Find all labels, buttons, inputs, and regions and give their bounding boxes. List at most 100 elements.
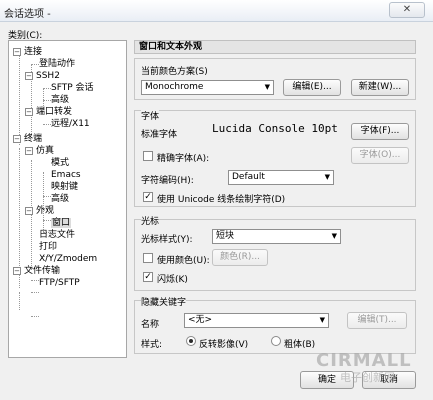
tree-connector (43, 100, 51, 101)
tree-connector (19, 292, 20, 310)
tree-item-label: 打印 (39, 242, 58, 252)
use-cursor-color-label: 使用颜色(U): (157, 256, 210, 266)
tree-item-terminal[interactable]: − 终端 (13, 133, 42, 145)
tree-item-label: 终端 (24, 134, 43, 144)
title-bar: 会话选项 - ✕ (0, 0, 433, 22)
collapse-icon[interactable]: − (25, 71, 33, 80)
tree-item-label: FTP/SFTP (39, 278, 80, 288)
unicode-line-drawing-label: 使用 Unicode 线条绘制字符(D) (157, 195, 286, 205)
checkmark-icon: ✓ (144, 272, 152, 282)
precise-font-label: 精确字体(A): (157, 154, 210, 164)
dropdown-arrow-icon: ▼ (324, 173, 330, 181)
precise-font-checkbox[interactable] (143, 151, 153, 161)
standard-font-button[interactable]: 字体(F)... (351, 123, 409, 140)
tree-item-label: 端口转发 (36, 107, 73, 117)
cursor-color-button[interactable]: 颜色(R)... (212, 249, 268, 266)
tree-item-label: Emacs (51, 170, 81, 180)
keyword-name-label: 名称 (141, 320, 160, 330)
keyword-name-select[interactable]: <无> ▼ (184, 313, 329, 328)
tree-item-connection[interactable]: − 连接 (13, 46, 42, 58)
tree-item-file-transfer[interactable]: − 文件传输 (13, 265, 60, 277)
tree-item-mapped-keys[interactable]: 映射键 (51, 181, 78, 193)
color-scheme-value: Monochrome (145, 82, 204, 92)
tree-item-log-file[interactable]: 日志文件 (39, 229, 75, 241)
cursor-style-value: 短块 (216, 231, 235, 241)
bold-radio[interactable] (271, 336, 281, 346)
tree-connector (43, 196, 51, 197)
panel-title: 窗口和文本外观 (134, 40, 416, 54)
tree-item-label: 日志文件 (39, 230, 76, 240)
keyword-name-value: <无> (188, 315, 213, 325)
tree-item-printing[interactable]: 打印 (39, 241, 57, 253)
tree-connector (43, 124, 51, 125)
collapse-icon[interactable]: − (13, 134, 21, 143)
tree-connector (31, 316, 39, 317)
cursor-group-title: 光标 (141, 214, 160, 227)
collapse-icon[interactable]: − (25, 206, 33, 215)
tree-item-label: SSH2 (36, 71, 60, 81)
watermark-subtitle: 电子创新网 (340, 371, 395, 384)
tree-item-label: SFTP 会话 (51, 83, 94, 93)
tree-item-appearance[interactable]: − 外观 (25, 205, 54, 217)
tree-connector (19, 52, 20, 145)
new-color-scheme-button[interactable]: 新建(W)... (351, 79, 409, 96)
tree-item-port-forwarding[interactable]: − 端口转发 (25, 106, 72, 118)
tree-item-ssh2[interactable]: − SSH2 (25, 70, 60, 82)
standard-font-preview: Lucida Console 10pt (212, 122, 338, 135)
tree-connector (31, 292, 39, 293)
tree-item-emacs[interactable]: Emacs (51, 169, 81, 181)
collapse-icon[interactable]: − (25, 107, 33, 116)
tree-item-label: 仿真 (36, 146, 55, 156)
dropdown-arrow-icon: ▼ (319, 316, 325, 324)
hidden-keyword-group-title: 隐藏关键字 (141, 295, 187, 308)
tree-item-login-actions[interactable]: 登陆动作 (39, 58, 75, 70)
tree-item-label: 外观 (36, 206, 55, 216)
tree-item-label: 远程/X11 (51, 119, 90, 129)
tree-item-label: 连接 (24, 47, 43, 57)
tree-item-emulation[interactable]: − 仿真 (25, 145, 54, 157)
collapse-icon[interactable]: − (13, 47, 21, 56)
reverse-video-radio[interactable] (186, 336, 196, 346)
char-encoding-label: 字符编码(H): (141, 176, 194, 186)
tree-item-label: 文件传输 (24, 266, 61, 276)
cursor-style-select[interactable]: 短块 ▼ (212, 229, 341, 244)
tree-item-window[interactable]: 窗口 (51, 217, 72, 229)
unicode-line-drawing-checkbox[interactable]: ✓ (143, 192, 153, 202)
collapse-icon[interactable]: − (25, 146, 33, 155)
tree-item-xyzmodem[interactable]: X/Y/Zmodem (39, 253, 97, 265)
tree-connector (31, 280, 39, 281)
tree-item-ssh2-advanced[interactable]: 高级 (51, 94, 69, 106)
cursor-style-label: 光标样式(Y): (141, 235, 193, 245)
dropdown-arrow-icon: ▼ (264, 83, 270, 91)
reverse-video-label: 反转影像(V) (199, 340, 249, 350)
tree-item-sftp-session[interactable]: SFTP 会话 (51, 82, 94, 94)
tree-connector (43, 88, 51, 89)
tree-item-remote-x11[interactable]: 远程/X11 (51, 118, 90, 130)
precise-font-button[interactable]: 字体(O)... (351, 147, 409, 164)
window-title: 会话选项 - (4, 9, 51, 20)
tree-item-label: 映射键 (51, 182, 79, 192)
char-encoding-select[interactable]: Default ▼ (228, 170, 334, 185)
bold-label: 粗体(B) (284, 340, 316, 350)
watermark: CIRMALL (316, 350, 412, 371)
collapse-icon[interactable]: − (13, 266, 21, 275)
char-encoding-value: Default (232, 172, 265, 182)
edit-color-scheme-button[interactable]: 编辑(E)... (283, 79, 341, 96)
tree-item-ftp-sftp[interactable]: FTP/SFTP (39, 277, 80, 289)
close-button[interactable]: ✕ (389, 2, 425, 18)
use-cursor-color-checkbox[interactable] (143, 253, 153, 263)
keyword-style-label: 样式: (141, 340, 163, 350)
dropdown-arrow-icon: ▼ (331, 232, 337, 240)
edit-keyword-button[interactable]: 编辑(T)... (347, 312, 407, 329)
tree-item-label: 高级 (51, 95, 70, 105)
tree-item-emulation-advanced[interactable]: 高级 (51, 193, 69, 205)
tree-item-label: X/Y/Zmodem (39, 254, 98, 264)
tree-item-label: 窗口 (51, 218, 72, 228)
category-tree: − 连接 登陆动作 − SSH2 SFTP 会话 高级 − 端口转发 远程/X11 −… (8, 40, 127, 358)
standard-font-label: 标准字体 (141, 130, 178, 140)
color-scheme-select[interactable]: Monochrome ▼ (141, 80, 274, 95)
color-scheme-label: 当前颜色方案(S) (141, 67, 208, 77)
blink-checkbox[interactable]: ✓ (143, 272, 153, 282)
tree-item-modes[interactable]: 模式 (51, 157, 69, 169)
tree-item-label: 高级 (51, 194, 70, 204)
